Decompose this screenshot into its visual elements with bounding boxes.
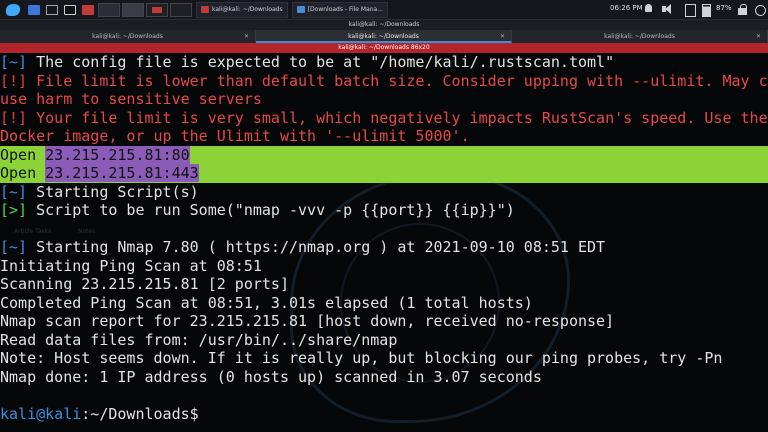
lock-icon[interactable]	[737, 3, 749, 16]
terminal-line: Scanning 23.215.215.81 [2 ports]	[0, 275, 289, 293]
bell-icon[interactable]	[643, 3, 655, 16]
workspace-2[interactable]	[122, 2, 144, 17]
browser-launcher[interactable]	[80, 2, 96, 18]
open-port-line: Open 23.215.215.81:80	[0, 145, 768, 164]
workspace-4[interactable]	[170, 2, 192, 17]
top-panel: kali@kali: ~/Downloads [Downloads - File…	[0, 0, 768, 20]
terminal-line: [~] Starting Nmap 7.80 ( https://nmap.or…	[0, 238, 606, 256]
terminal-line: [~] The config file is expected to be at…	[0, 53, 615, 71]
terminal-launcher[interactable]	[62, 2, 78, 18]
battery-icon[interactable]	[701, 3, 711, 17]
close-icon[interactable]: ✕	[244, 30, 249, 43]
terminal-icon	[64, 4, 76, 15]
terminal-line: Note: Host seems down. If it is really u…	[0, 349, 723, 367]
tab-label: kali@kali: ~/Downloads	[92, 33, 163, 40]
kali-dragon-icon	[6, 3, 20, 16]
tab-3[interactable]: kali@kali: ~/Downloads ✕	[512, 30, 768, 43]
terminal-line: Read data files from: /usr/bin/../share/…	[0, 330, 398, 349]
terminal-line: [>] Script to be run Some("nmap -vvv -p …	[0, 201, 515, 219]
prompt-user: kali@kali	[0, 404, 82, 423]
prompt-path: :~/Downloads$	[81, 404, 199, 423]
terminal-line: Nmap scan report for 23.215.215.81 [host…	[0, 312, 615, 330]
network-icon[interactable]	[684, 3, 696, 17]
terminal-prompt[interactable]: kali@kali:~/Downloads$	[0, 405, 768, 424]
terminal-line: Initiating Ping Scan at 08:51	[0, 256, 262, 275]
terminal-output[interactable]: Article Tasks Notes [~] The config file …	[0, 53, 768, 432]
desktop-icon	[28, 4, 40, 15]
terminal-task-icon	[201, 6, 209, 13]
open-port-line: Open 23.215.215.81:443	[0, 164, 768, 183]
browser-icon	[82, 4, 94, 15]
terminal-line: Nmap done: 1 IP address (0 hosts up) sca…	[0, 367, 542, 386]
volume-icon[interactable]	[661, 3, 673, 16]
power-icon[interactable]	[754, 3, 766, 16]
battery-percentage: 87%	[716, 4, 732, 12]
clock[interactable]: 06:26 PM	[610, 4, 643, 12]
tab-label: kali@kali: ~/Downloads	[604, 33, 675, 40]
kali-menu-button[interactable]	[2, 2, 24, 18]
terminal-line: [!] File limit is lower than default bat…	[0, 71, 768, 90]
terminal-line: Docker image, or up the Ulimit with '--u…	[0, 127, 470, 145]
folder-icon	[46, 4, 58, 15]
tab-label: kali@kali: ~/Downloads	[348, 33, 419, 40]
terminal-line: Completed Ping Scan at 08:51, 3.01s elap…	[0, 293, 533, 312]
terminal-line: [~] Starting Script(s)	[0, 182, 199, 201]
workspace-1[interactable]	[98, 2, 120, 17]
tab-2[interactable]: kali@kali: ~/Downloads ✕	[256, 30, 512, 43]
show-desktop-button[interactable]	[26, 2, 42, 18]
terminal-line: use harm to sensitive servers	[0, 90, 262, 108]
workspace-3[interactable]	[146, 2, 168, 17]
folder-task-icon	[296, 6, 305, 13]
taskbar-item-label: kali@kali: ~/Downloads	[212, 6, 283, 13]
taskbar-item-terminal[interactable]: kali@kali: ~/Downloads	[196, 1, 288, 18]
terminal-line: [!] Your file limit is very small, which…	[0, 108, 768, 127]
terminal-size-banner: kali@kali: ~/Downloads 86x20	[0, 43, 768, 53]
taskbar-item-label: [Downloads - File Mana...	[307, 6, 383, 13]
close-icon[interactable]: ✕	[500, 30, 505, 43]
window-title: kali@kali: ~/Downloads	[0, 20, 768, 30]
close-icon[interactable]: ✕	[756, 30, 761, 43]
file-manager-launcher[interactable]	[44, 2, 60, 18]
taskbar-item-file-manager[interactable]: [Downloads - File Mana...	[291, 1, 388, 18]
tab-1[interactable]: kali@kali: ~/Downloads ✕	[0, 30, 256, 43]
terminal-tabs: kali@kali: ~/Downloads ✕ kali@kali: ~/Dow…	[0, 30, 768, 43]
